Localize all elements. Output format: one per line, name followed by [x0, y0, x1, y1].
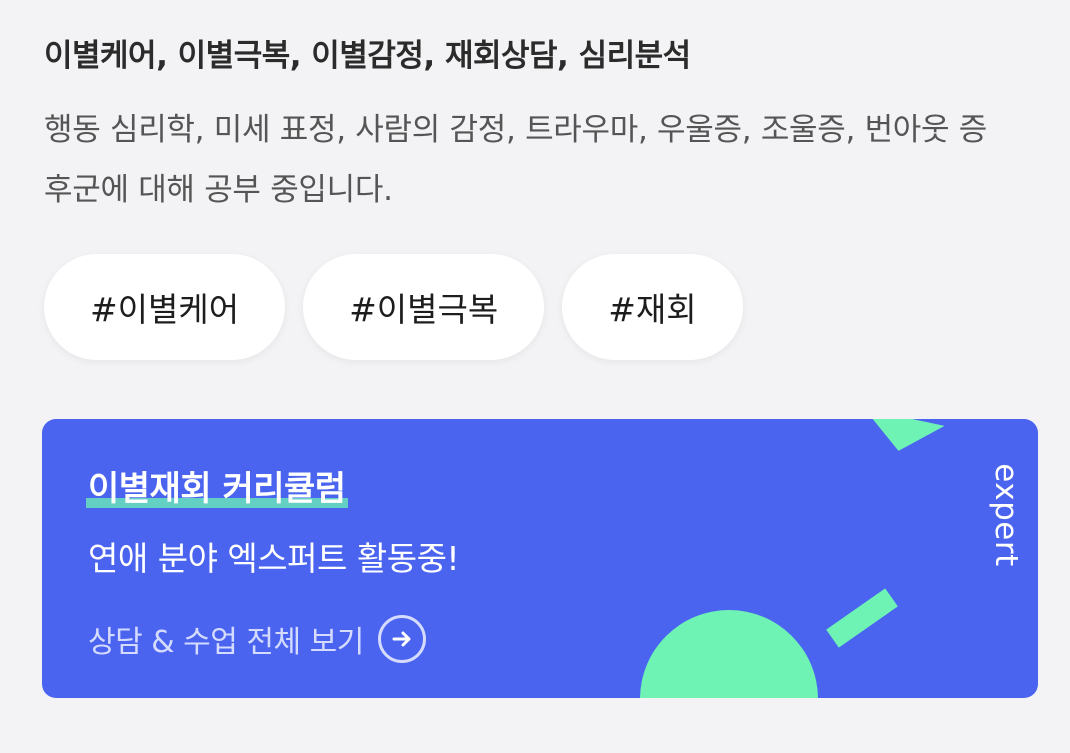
arrow-right-icon[interactable] [377, 615, 426, 663]
banner-title: 이별재회 커리큘럼 [86, 461, 348, 510]
banner-subtitle: 연애 분야 엑스퍼트 활동중! [88, 539, 460, 578]
expert-logo-text: expert [988, 463, 1024, 567]
expertise-keywords: 이별케어, 이별극복, 이별감정, 재회상담, 심리분석 [44, 38, 691, 74]
decorative-circle [640, 610, 818, 698]
profile-description: 행동 심리학, 미세 표정, 사람의 감정, 트라우마, 우울증, 조울증, 번… [44, 112, 988, 208]
expert-logo: expert [986, 455, 1026, 575]
decorative-bar [826, 588, 898, 648]
decorative-triangle [857, 419, 945, 460]
tag-chip[interactable]: #이별케어 [44, 254, 286, 360]
view-all-link[interactable]: 상담 & 수업 전체 보기 [88, 615, 426, 663]
view-all-label: 상담 & 수업 전체 보기 [88, 625, 364, 660]
curriculum-banner[interactable]: expert 이별재회 커리큘럼 연애 분야 엑스퍼트 활동중! 상담 & 수업… [42, 419, 1038, 698]
banner-title-text: 이별재회 커리큘럼 [88, 469, 346, 509]
tag-list: #이별케어 #이별극복 #재회 [44, 254, 743, 360]
tag-chip[interactable]: #재회 [562, 254, 743, 360]
tag-chip[interactable]: #이별극복 [303, 254, 545, 360]
